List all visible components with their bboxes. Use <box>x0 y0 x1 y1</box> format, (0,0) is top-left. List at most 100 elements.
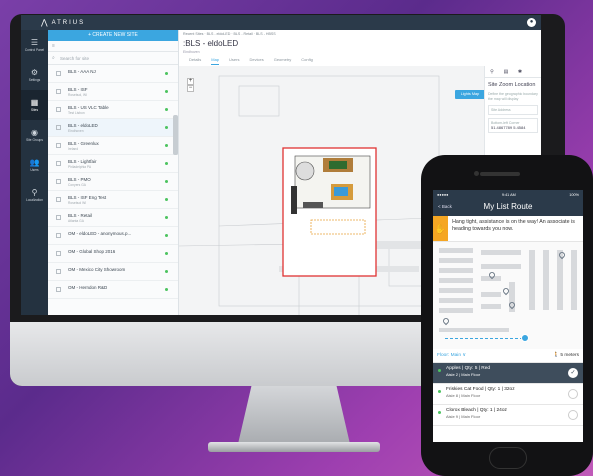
rail-sites[interactable]: ▦ Sites <box>21 90 48 120</box>
floor-selector[interactable]: Floor: Main ∨ <box>437 353 466 358</box>
check-icon[interactable] <box>568 410 578 420</box>
checkbox[interactable] <box>56 215 61 220</box>
layers-icon[interactable]: ▤ <box>499 66 513 77</box>
site-location: Philadelphia PA <box>68 165 92 169</box>
site-list-item[interactable]: BLS - Lightfair Philadelphia PA <box>48 155 178 173</box>
rail-localization[interactable]: ⚲ Localization <box>21 180 48 210</box>
filter-input[interactable]: ≡ <box>48 41 178 52</box>
shelf <box>529 250 535 310</box>
users-icon: 👥 <box>29 158 40 167</box>
list-item[interactable]: Friskies Cat Food | Qty: 1 | 32oz Aisle 8… <box>433 384 583 405</box>
checkbox[interactable] <box>56 125 61 130</box>
tab-geometry[interactable]: Geometry <box>274 57 292 65</box>
rail-settings[interactable]: ⚙ Settings <box>21 60 48 90</box>
lightbulb-icon[interactable]: ✱ <box>513 66 527 77</box>
site-name: OM - Global Shop 2016 <box>68 249 116 254</box>
home-button[interactable] <box>489 447 527 469</box>
list-item[interactable]: Apples | Qty: 5 | Red Aisle 2 | Main Floo… <box>433 363 583 384</box>
tab-config[interactable]: Config <box>301 57 313 65</box>
location-pin-icon[interactable] <box>441 316 451 326</box>
status-dot <box>165 198 168 201</box>
location-pin-icon[interactable]: ⚲ <box>485 66 499 77</box>
shelf <box>481 264 521 269</box>
checkbox[interactable] <box>56 161 61 166</box>
checkbox[interactable] <box>56 143 61 148</box>
site-list-item[interactable]: BLS - eldoLED Eindhoven <box>48 119 178 137</box>
site-list-item[interactable]: OM - Global Shop 2016 <box>48 245 178 263</box>
current-location-icon <box>521 334 529 342</box>
battery-indicator: 100% <box>569 192 579 197</box>
side-panel-title: Site Zoom Location <box>488 82 536 88</box>
status-dot <box>165 234 168 237</box>
breadcrumb[interactable]: Recent Sites · BLS - eldoLED · BLS - Ret… <box>183 32 276 36</box>
assistance-icon: ✋ <box>433 216 449 241</box>
tab-map[interactable]: Map <box>211 57 220 65</box>
lights-map-button[interactable]: Lights Map <box>455 90 485 99</box>
shelf <box>481 292 501 297</box>
shelf <box>439 248 473 253</box>
site-list-item[interactable]: OM - Mexico City Showroom <box>48 263 178 281</box>
list-item[interactable]: Clorox Bleach | Qty: 1 | 24oz Aisle 9 | M… <box>433 405 583 426</box>
site-list-item[interactable]: BLS - Greenlux Ireland <box>48 137 178 155</box>
site-search-input[interactable]: ⌕ Search for site <box>48 52 178 65</box>
checkbox[interactable] <box>56 107 61 112</box>
corner-coordinates-field[interactable]: Bottom-left Corner 51.4867789 5.4584 <box>488 118 538 133</box>
checkbox[interactable] <box>56 179 61 184</box>
zoom-in-button[interactable]: + <box>187 78 194 85</box>
site-name: BLS - Retail <box>68 213 93 218</box>
site-list-item[interactable]: OM - eldoLED - anonymous.p... <box>48 227 178 245</box>
distance-label: 🚶 5 meters <box>553 353 579 358</box>
site-name: OM - Mexico City Showroom <box>68 267 126 272</box>
search-icon: ⌕ <box>52 55 55 61</box>
checkbox[interactable] <box>56 71 61 76</box>
checkbox[interactable] <box>56 89 61 94</box>
site-list-scrollbar[interactable] <box>173 115 178 155</box>
signal-indicator: ●●●●● <box>437 192 449 197</box>
site-list-item[interactable]: BLS - PMO Conyers GA <box>48 173 178 191</box>
shelf <box>439 308 473 313</box>
site-name: BLS - AAA NJ <box>68 69 96 74</box>
shelf <box>439 278 473 283</box>
check-icon[interactable] <box>568 389 578 399</box>
site-list-item[interactable]: BLS - US VLC Table Test Lisbon <box>48 101 178 119</box>
floor-bar: Floor: Main ∨ 🚶 5 meters <box>433 349 583 363</box>
item-title: Apples | Qty: 5 | Red <box>446 366 491 371</box>
rail-users[interactable]: 👥 Users <box>21 150 48 180</box>
rail-site-groups[interactable]: ◉ Site Groups <box>21 120 48 150</box>
item-location: Aisle 2 | Main Floor <box>446 372 481 377</box>
site-list-item[interactable]: BLS - AAA NJ <box>48 65 178 83</box>
tab-devices[interactable]: Devices <box>249 57 263 65</box>
create-site-button[interactable]: + CREATE NEW SITE <box>48 30 178 41</box>
shelf <box>439 258 473 263</box>
site-name: BLS - ISF <box>68 87 88 92</box>
check-icon[interactable]: ✓ <box>568 368 578 378</box>
page-subtitle: Eindhoven <box>183 50 200 54</box>
tab-details[interactable]: Details <box>189 57 201 65</box>
site-address-field[interactable]: Site Address <box>488 105 538 115</box>
checkbox[interactable] <box>56 287 61 292</box>
item-location: Aisle 8 | Main Floor <box>446 393 481 398</box>
site-list-item[interactable]: BLS - ISF Eng Test Rosebud WI <box>48 191 178 209</box>
store-map[interactable] <box>433 242 583 349</box>
zoom-out-button[interactable]: − <box>187 85 194 92</box>
checkbox[interactable] <box>56 197 61 202</box>
tab-users[interactable]: Users <box>229 57 239 65</box>
site-list-item[interactable]: BLS - Retail Atlanta GA <box>48 209 178 227</box>
rail-control-panel[interactable]: ☰ Control Panel <box>21 30 48 60</box>
status-dot <box>165 108 168 111</box>
status-dot <box>165 90 168 93</box>
checkbox[interactable] <box>56 269 61 274</box>
site-list-item[interactable]: OM - Herndon R&D <box>48 281 178 299</box>
status-dot <box>165 288 168 291</box>
checkbox[interactable] <box>56 233 61 238</box>
checkbox[interactable] <box>56 251 61 256</box>
gear-icon: ⚙ <box>30 68 39 77</box>
site-list-item[interactable]: BLS - ISF Rosebud, WI <box>48 83 178 101</box>
item-title: Friskies Cat Food | Qty: 1 | 32oz <box>446 387 515 392</box>
monitor-base <box>208 442 380 452</box>
user-avatar-icon[interactable]: ● <box>527 18 536 27</box>
route-line <box>445 338 523 339</box>
menu-icon: ☰ <box>30 38 39 47</box>
site-name: OM - Herndon R&D <box>68 285 108 290</box>
globe-icon: ◉ <box>31 128 38 137</box>
